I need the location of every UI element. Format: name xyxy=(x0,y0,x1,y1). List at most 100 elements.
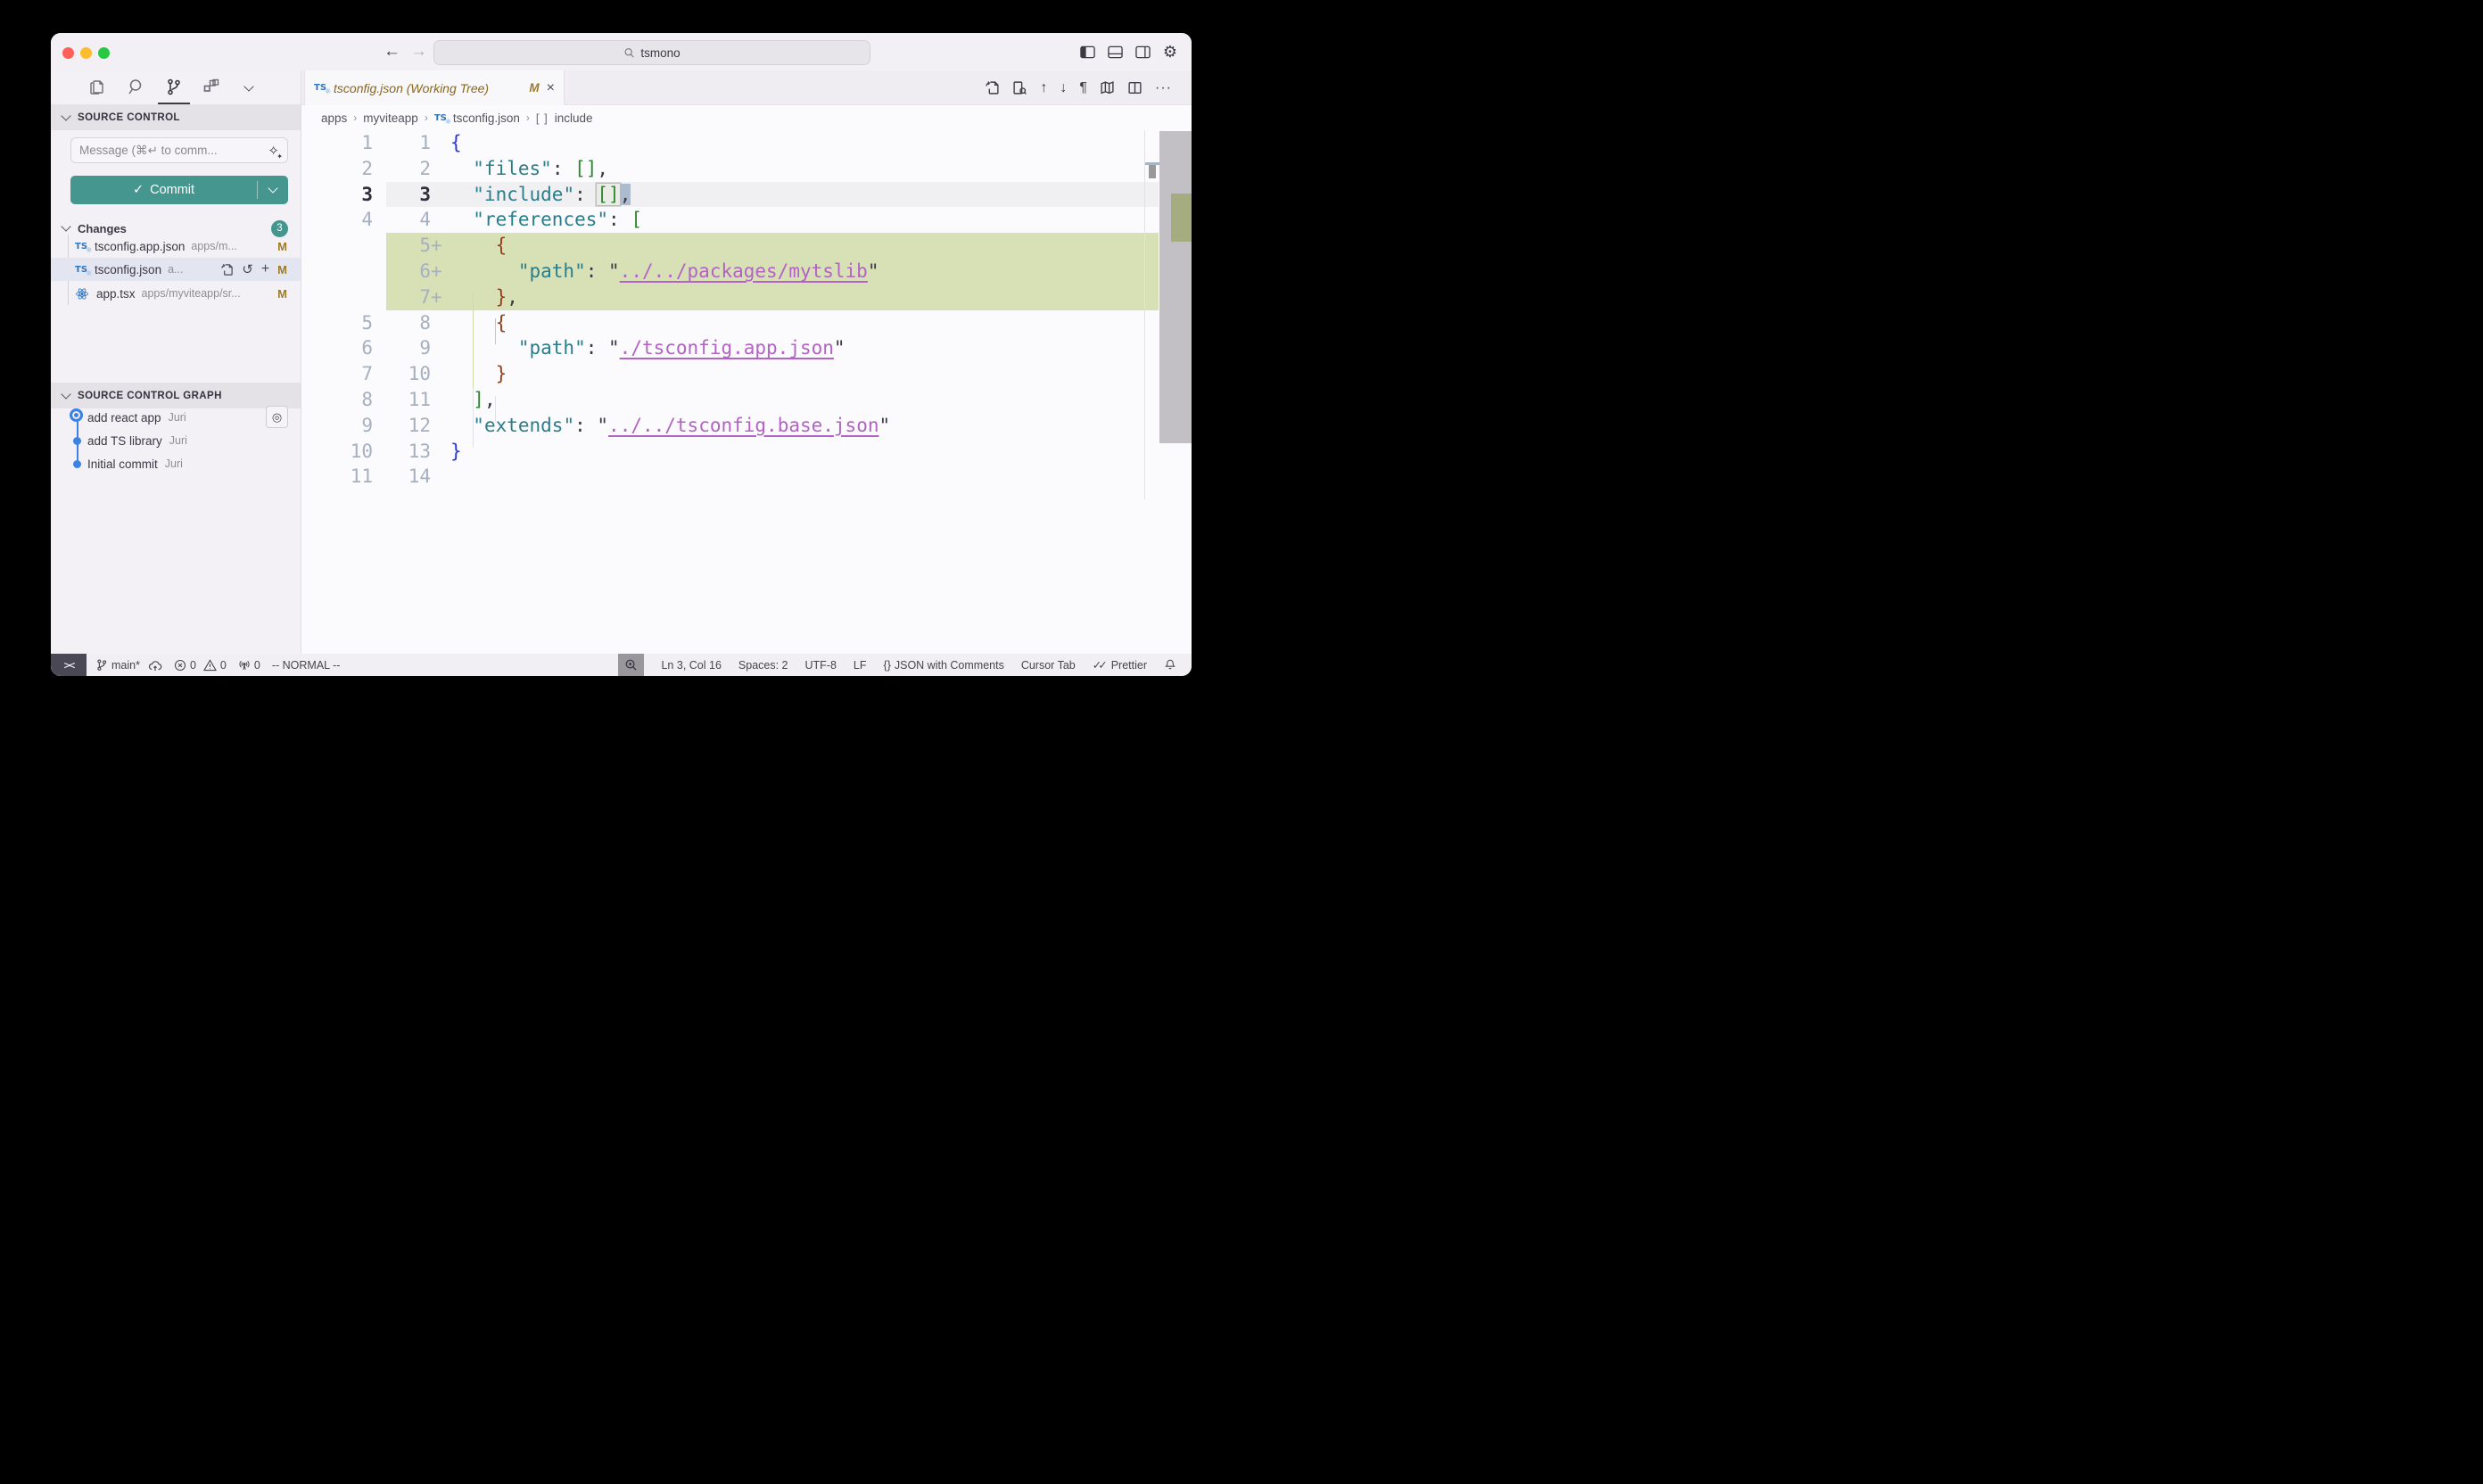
radio-tower-icon xyxy=(238,659,251,672)
minimap-border xyxy=(1144,130,1145,499)
breadcrumb-item[interactable]: tsconfig.json xyxy=(453,111,520,125)
indentation-status[interactable]: Spaces: 2 xyxy=(738,659,788,672)
discard-changes-icon[interactable]: ↺ xyxy=(242,261,253,277)
code-line[interactable]: 58 { xyxy=(301,310,1192,336)
code-line[interactable]: 22 "files": [], xyxy=(301,156,1192,182)
open-file-icon[interactable] xyxy=(220,263,234,276)
source-control-view-icon[interactable] xyxy=(165,78,183,96)
tab-tsconfig-json-working-tree[interactable]: TS❋ tsconfig.json (Working Tree) M × xyxy=(304,70,565,105)
chevron-down-icon xyxy=(61,221,70,231)
publish-cloud-icon xyxy=(148,659,162,672)
back-icon[interactable]: ← xyxy=(384,41,400,62)
code-line[interactable]: 912 "extends": "../../tsconfig.base.json… xyxy=(301,413,1192,439)
maximize-window-button[interactable] xyxy=(98,47,110,59)
file-path: apps/m... xyxy=(191,240,277,252)
array-symbol-icon: [ ] xyxy=(536,111,549,125)
goto-current-commit-button[interactable]: ◎ xyxy=(266,406,288,428)
commit-row[interactable]: add react app Juri ◎ xyxy=(51,406,301,429)
change-row-app-tsx[interactable]: app.tsx apps/myviteapp/sr... M xyxy=(51,282,301,305)
more-actions-icon[interactable]: ··· xyxy=(1155,81,1172,95)
map-icon[interactable] xyxy=(1100,80,1115,95)
toggle-whitespace-icon[interactable]: ¶ xyxy=(1079,81,1087,95)
extensions-icon[interactable] xyxy=(202,78,220,96)
minimize-window-button[interactable] xyxy=(80,47,92,59)
zoom-indicator[interactable] xyxy=(618,654,644,676)
encoding-status[interactable]: UTF-8 xyxy=(805,659,837,672)
code-line[interactable]: 1013} xyxy=(301,439,1192,465)
commit-button[interactable]: ✓Commit xyxy=(70,176,288,204)
branch-status[interactable]: main* xyxy=(95,658,162,672)
code-line[interactable]: 33 "include": [], xyxy=(301,182,1192,208)
stage-changes-icon[interactable]: + xyxy=(261,261,269,277)
command-center-search[interactable]: tsmono xyxy=(433,40,870,65)
code-line[interactable]: 6+ "path": "../../packages/mytslib" xyxy=(301,259,1192,284)
change-row-tsconfig-app-json[interactable]: TS❋ tsconfig.app.json apps/m... M xyxy=(51,235,301,258)
toggle-secondary-sidebar-icon[interactable] xyxy=(1135,45,1151,59)
vim-mode-status[interactable]: -- NORMAL -- xyxy=(272,659,341,672)
next-change-icon[interactable]: ↓ xyxy=(1060,81,1067,95)
inline-view-icon[interactable] xyxy=(1012,80,1027,95)
react-file-icon xyxy=(75,287,89,301)
close-tab-icon[interactable]: × xyxy=(547,81,555,95)
code-line[interactable]: 69 "path": "./tsconfig.app.json" xyxy=(301,335,1192,361)
toggle-panel-icon[interactable] xyxy=(1108,45,1123,59)
notifications-bell-icon[interactable] xyxy=(1164,658,1176,672)
code-line[interactable]: 811 ], xyxy=(301,387,1192,413)
cursor-position-status[interactable]: Ln 3, Col 16 xyxy=(661,659,721,672)
commit-dot-current xyxy=(70,408,83,422)
search-view-icon[interactable] xyxy=(128,78,145,96)
code-line[interactable]: 7+ }, xyxy=(301,284,1192,310)
settings-gear-icon[interactable]: ⚙ xyxy=(1163,44,1177,60)
scrollbar-slider[interactable] xyxy=(1159,131,1192,443)
search-icon xyxy=(623,47,635,59)
status-bar: >< main* 0 0 0 -- NORMAL -- xyxy=(51,654,1192,676)
ports-status[interactable]: 0 xyxy=(238,659,260,672)
editor-group: TS❋ tsconfig.json (Working Tree) M × ↑ ↓… xyxy=(301,70,1192,654)
breadcrumb-item[interactable]: apps xyxy=(321,111,347,125)
indent-guide xyxy=(473,293,474,388)
source-control-graph-section-header[interactable]: SOURCE CONTROL GRAPH xyxy=(51,383,301,408)
modified-badge: M xyxy=(277,240,287,253)
commit-row[interactable]: Initial commit Juri xyxy=(51,452,301,475)
language-mode-status[interactable]: {}JSON with Comments xyxy=(884,659,1004,672)
code-line[interactable]: 11{ xyxy=(301,130,1192,156)
source-control-section-header[interactable]: SOURCE CONTROL xyxy=(51,104,301,130)
chevron-down-icon xyxy=(61,389,70,399)
close-window-button[interactable] xyxy=(62,47,74,59)
problems-status[interactable]: 0 0 xyxy=(174,659,227,672)
open-changes-icon[interactable] xyxy=(985,80,1000,95)
code-line[interactable]: 1114 xyxy=(301,464,1192,490)
code-line[interactable]: 44 "references": [ xyxy=(301,207,1192,233)
previous-change-icon[interactable]: ↑ xyxy=(1040,81,1047,95)
toggle-primary-sidebar-icon[interactable] xyxy=(1080,45,1095,59)
change-row-tsconfig-json[interactable]: TS❋ tsconfig.json a... ↺ + M xyxy=(51,258,301,281)
commit-message: Initial commit xyxy=(87,458,158,471)
breadcrumb[interactable]: apps › myviteapp › TS❋ tsconfig.json › [… xyxy=(301,105,1192,130)
activity-overflow-chevron-icon[interactable] xyxy=(243,81,253,91)
tab-bar: TS❋ tsconfig.json (Working Tree) M × ↑ ↓… xyxy=(301,70,1192,105)
formatter-status[interactable]: ✓✓Prettier xyxy=(1093,658,1147,672)
graph-header-label: SOURCE CONTROL GRAPH xyxy=(78,391,222,401)
generate-commit-message-sparkle-icon[interactable]: ✧✦ xyxy=(268,143,279,159)
file-name: app.tsx xyxy=(96,287,136,301)
typescript-file-icon: TS❋ xyxy=(75,265,87,275)
split-editor-icon[interactable] xyxy=(1127,80,1143,95)
modified-badge: M xyxy=(277,287,287,301)
file-name: tsconfig.json xyxy=(95,263,161,276)
breadcrumb-item[interactable]: myviteapp xyxy=(363,111,418,125)
tab-title: tsconfig.json (Working Tree) xyxy=(334,81,522,95)
code-lines: 11{22 "files": [],33 "include": [],44 "r… xyxy=(301,130,1192,490)
breadcrumb-item[interactable]: include xyxy=(555,111,593,125)
file-path: apps/myviteapp/sr... xyxy=(142,287,278,300)
cursor-tab-status[interactable]: Cursor Tab xyxy=(1021,659,1076,672)
commit-message-input[interactable]: Message (⌘↵ to comm... ✧✦ xyxy=(70,137,288,163)
code-line[interactable]: 710 } xyxy=(301,361,1192,387)
commit-message: add react app xyxy=(87,411,161,425)
remote-indicator[interactable]: >< xyxy=(51,654,87,676)
forward-icon[interactable]: → xyxy=(410,41,427,62)
eol-status[interactable]: LF xyxy=(854,659,867,672)
commit-row[interactable]: add TS library Juri xyxy=(51,429,301,452)
explorer-icon[interactable] xyxy=(89,78,106,96)
commit-dropdown-button[interactable] xyxy=(258,186,288,194)
code-line[interactable]: 5+ { xyxy=(301,233,1192,259)
